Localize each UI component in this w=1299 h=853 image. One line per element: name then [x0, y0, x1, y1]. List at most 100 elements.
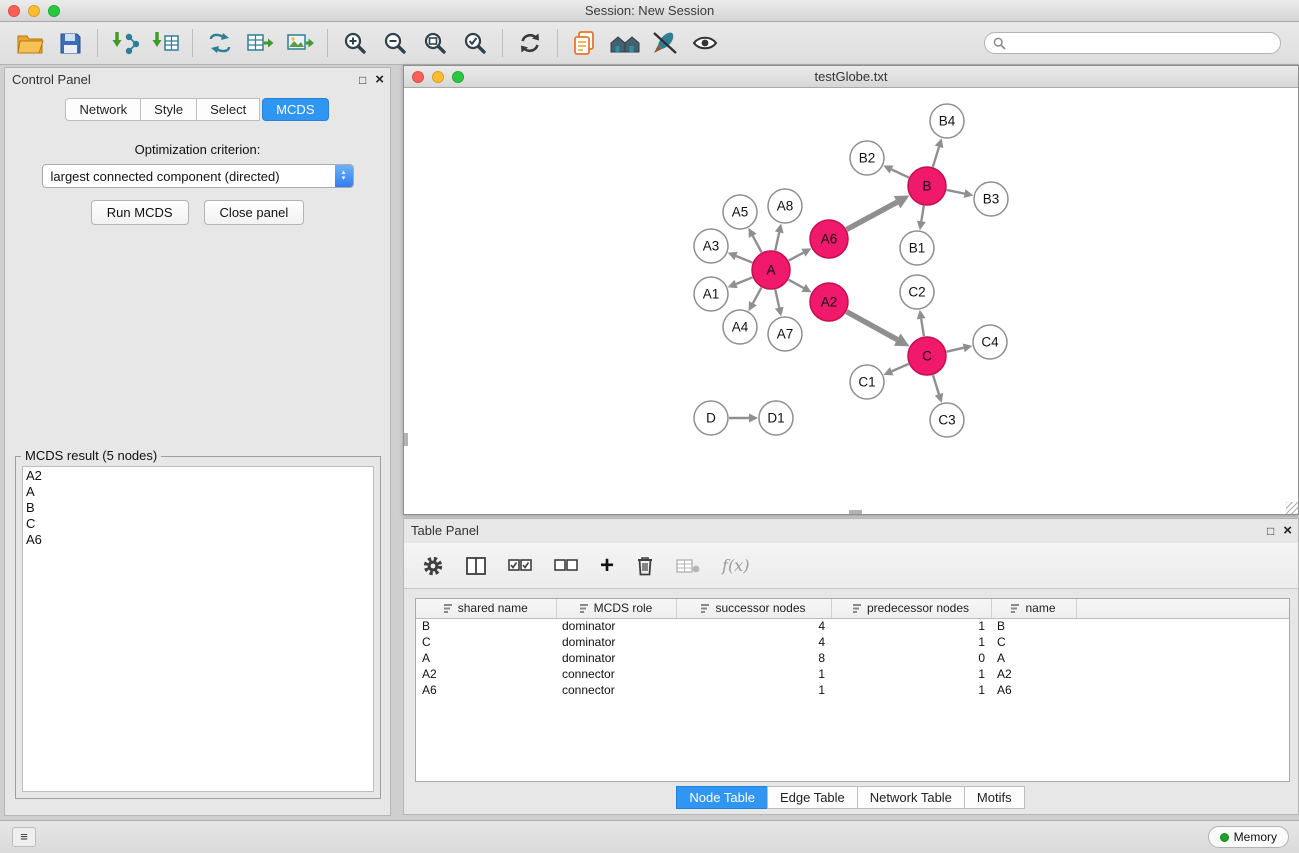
- table-row[interactable]: Adominator80A: [416, 650, 1289, 666]
- table-cell[interactable]: A2: [991, 666, 1076, 682]
- graph-edge[interactable]: [947, 190, 965, 194]
- table-cell[interactable]: A6: [416, 682, 556, 698]
- graph-edge[interactable]: [775, 232, 779, 250]
- select-all-button[interactable]: [508, 551, 532, 581]
- graph-edge[interactable]: [891, 169, 908, 177]
- deselect-all-button[interactable]: [554, 551, 578, 581]
- export-image-button[interactable]: [280, 25, 320, 61]
- table-row[interactable]: Cdominator41C: [416, 634, 1289, 650]
- tab-network-table[interactable]: Network Table: [857, 786, 965, 809]
- table-cell[interactable]: C: [991, 634, 1076, 650]
- zoom-selected-button[interactable]: [455, 25, 495, 61]
- table-row[interactable]: A6connector11A6: [416, 682, 1289, 698]
- float-panel-icon[interactable]: □: [359, 68, 366, 92]
- horizontal-scroll-thumb[interactable]: [849, 510, 862, 514]
- delete-table-button[interactable]: [676, 551, 700, 581]
- tab-mcds[interactable]: MCDS: [262, 98, 328, 121]
- table-cell[interactable]: 1: [676, 666, 831, 682]
- table-cell[interactable]: 1: [676, 682, 831, 698]
- table-cell[interactable]: B: [416, 618, 556, 634]
- table-row[interactable]: A2connector11A2: [416, 666, 1289, 682]
- graph-edge[interactable]: [933, 375, 939, 394]
- vertical-scroll-thumb[interactable]: [404, 433, 408, 446]
- table-cell[interactable]: 8: [676, 650, 831, 666]
- save-session-button[interactable]: [50, 25, 90, 61]
- graph-edge[interactable]: [892, 364, 909, 371]
- column-header[interactable]: successor nodes: [676, 599, 831, 618]
- graph-edge[interactable]: [736, 277, 752, 284]
- refresh-button[interactable]: [510, 25, 550, 61]
- table-cell[interactable]: connector: [556, 666, 676, 682]
- import-table-from-file-button[interactable]: [145, 25, 185, 61]
- export-table-button[interactable]: [240, 25, 280, 61]
- function-builder-button[interactable]: f(x): [722, 551, 749, 581]
- home-button[interactable]: [605, 25, 645, 61]
- optimization-criterion-dropdown[interactable]: largest connected component (directed) ▴…: [42, 164, 354, 188]
- close-panel-icon[interactable]: ×: [375, 74, 384, 86]
- open-file-button[interactable]: [10, 25, 50, 61]
- resize-handle[interactable]: [1286, 502, 1298, 514]
- float-table-panel-icon[interactable]: □: [1267, 519, 1274, 543]
- run-mcds-button[interactable]: Run MCDS: [91, 200, 189, 225]
- export-network-button[interactable]: [200, 25, 240, 61]
- tab-network[interactable]: Network: [65, 98, 141, 121]
- tab-motifs[interactable]: Motifs: [964, 786, 1025, 809]
- table-cell[interactable]: C: [416, 634, 556, 650]
- column-header[interactable]: shared name: [416, 599, 556, 618]
- show-column-button[interactable]: [466, 551, 486, 581]
- table-cell[interactable]: B: [991, 618, 1076, 634]
- table-cell[interactable]: 1: [831, 682, 991, 698]
- table-cell[interactable]: dominator: [556, 634, 676, 650]
- tab-style[interactable]: Style: [140, 98, 197, 121]
- table-cell[interactable]: 1: [831, 618, 991, 634]
- tab-edge-table[interactable]: Edge Table: [767, 786, 858, 809]
- result-item[interactable]: A: [26, 484, 373, 500]
- close-table-panel-icon[interactable]: ×: [1283, 525, 1292, 537]
- table-cell[interactable]: A6: [991, 682, 1076, 698]
- graph-edge[interactable]: [775, 290, 779, 308]
- close-panel-button[interactable]: Close panel: [204, 200, 305, 225]
- column-header[interactable]: MCDS role: [556, 599, 676, 618]
- table-cell[interactable]: A: [991, 650, 1076, 666]
- graph-edge[interactable]: [736, 256, 752, 263]
- memory-button[interactable]: Memory: [1208, 826, 1289, 848]
- import-network-from-file-button[interactable]: [105, 25, 145, 61]
- zoom-out-button[interactable]: [375, 25, 415, 61]
- table-cell[interactable]: connector: [556, 682, 676, 698]
- table-cell[interactable]: 1: [831, 666, 991, 682]
- table-row[interactable]: Bdominator41B: [416, 618, 1289, 634]
- table-cell[interactable]: 4: [676, 634, 831, 650]
- graph-edge[interactable]: [753, 236, 762, 253]
- eye-button[interactable]: [685, 25, 725, 61]
- graph-edge[interactable]: [947, 348, 964, 352]
- task-history-button[interactable]: ≡: [12, 827, 36, 847]
- graph-edge[interactable]: [921, 206, 924, 222]
- graph-edge[interactable]: [847, 312, 898, 340]
- tab-node-table[interactable]: Node Table: [676, 786, 768, 809]
- table-cell[interactable]: 1: [831, 634, 991, 650]
- graph-edge[interactable]: [933, 147, 939, 167]
- column-header[interactable]: predecessor nodes: [831, 599, 991, 618]
- network-graph[interactable]: AA1A2A3A4A5A6A7A8BB1B2B3B4CC1C2C3C4DD1: [404, 88, 1298, 514]
- table-cell[interactable]: A2: [416, 666, 556, 682]
- table-settings-button[interactable]: [422, 551, 444, 581]
- zoom-in-button[interactable]: [335, 25, 375, 61]
- column-header[interactable]: name: [991, 599, 1076, 618]
- search-input[interactable]: [1011, 36, 1272, 50]
- result-item[interactable]: A6: [26, 532, 373, 548]
- result-item[interactable]: C: [26, 516, 373, 532]
- result-item[interactable]: A2: [26, 468, 373, 484]
- first-neighbors-button[interactable]: [565, 25, 605, 61]
- graph-edge[interactable]: [789, 280, 804, 288]
- graph-edge[interactable]: [753, 288, 762, 304]
- table-cell[interactable]: 0: [831, 650, 991, 666]
- network-canvas[interactable]: AA1A2A3A4A5A6A7A8BB1B2B3B4CC1C2C3C4DD1: [404, 88, 1298, 514]
- table-cell[interactable]: dominator: [556, 650, 676, 666]
- graph-edge[interactable]: [847, 202, 898, 229]
- add-column-button[interactable]: +: [600, 551, 614, 581]
- table-cell[interactable]: dominator: [556, 618, 676, 634]
- result-item[interactable]: B: [26, 500, 373, 516]
- tab-select[interactable]: Select: [196, 98, 260, 121]
- show-graphics-details-button[interactable]: [645, 25, 685, 61]
- zoom-fit-button[interactable]: [415, 25, 455, 61]
